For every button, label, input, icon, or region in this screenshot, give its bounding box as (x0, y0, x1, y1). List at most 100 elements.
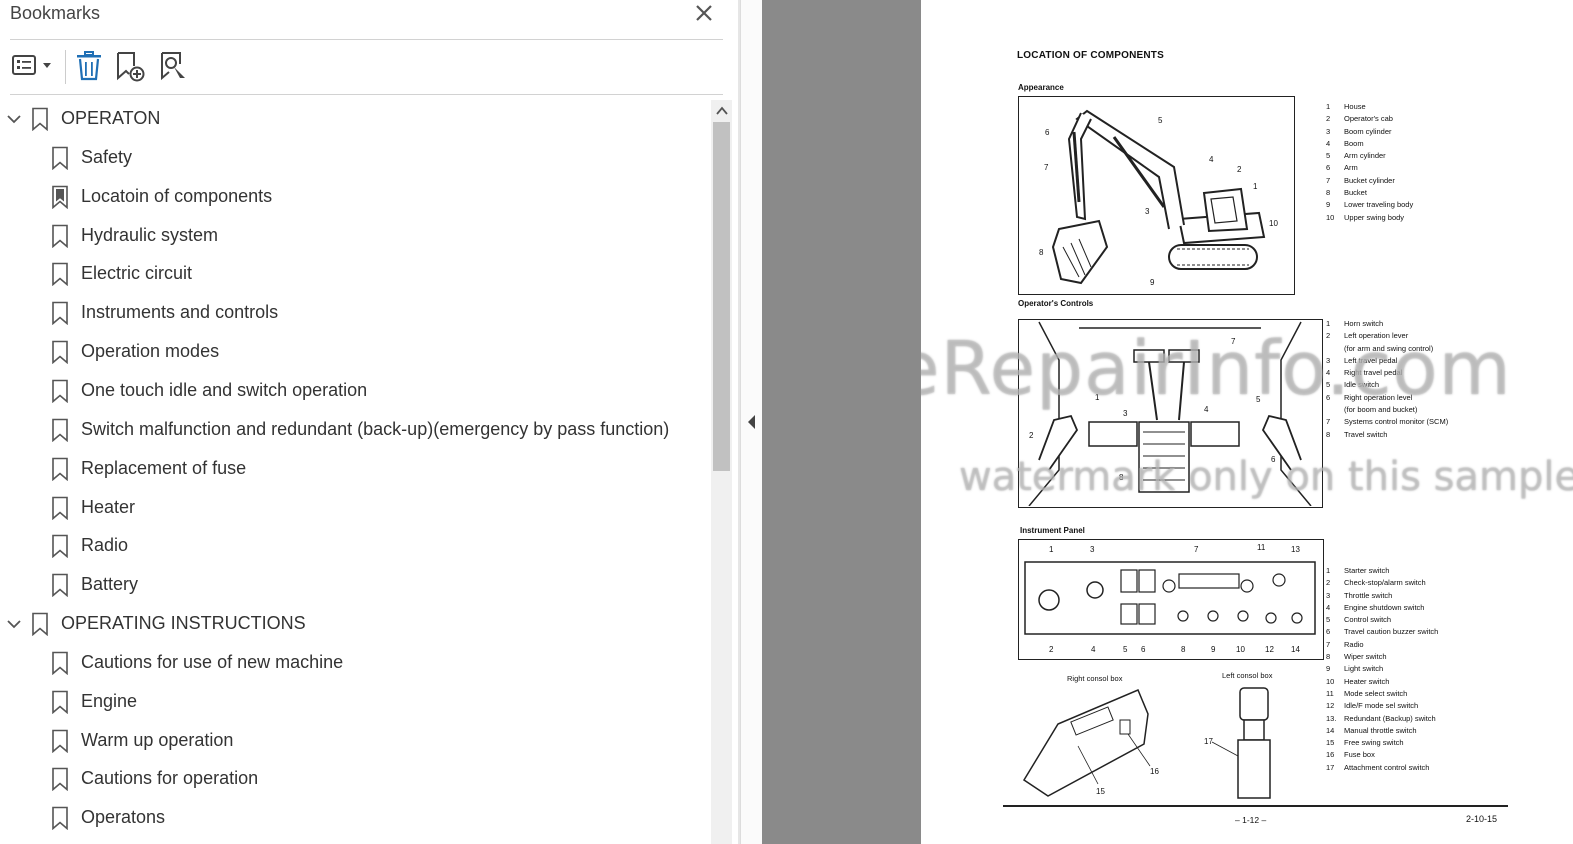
legend-number: 13. (1326, 713, 1337, 723)
find-current-bookmark-button[interactable] (158, 50, 190, 82)
new-bookmark-button[interactable] (114, 50, 148, 82)
legend-number: 3 (1326, 126, 1331, 136)
scroll-up-button[interactable] (711, 100, 732, 122)
legend-item: 4 Engine shutdown switch (1326, 602, 1438, 614)
legend-text: Travel caution buzzer switch (1344, 627, 1439, 637)
bookmark-group[interactable]: OPERATING INSTRUCTIONS (0, 605, 710, 643)
legend-text: Mode select switch (1344, 688, 1408, 698)
legend-number: 3 (1326, 590, 1331, 600)
legend-text: Heater switch (1344, 676, 1390, 686)
callout-4: 4 (1209, 155, 1214, 164)
toolbar-separator (65, 50, 66, 84)
legend-text: Arm (1344, 163, 1358, 173)
callout-5: 5 (1158, 116, 1163, 125)
legend-text: Upper swing body (1344, 212, 1405, 222)
bookmark-item[interactable]: Engine (0, 683, 710, 721)
legend-item: 2 Operator's cab (1326, 113, 1413, 125)
bookmark-item[interactable]: Cautions for use of new machine (0, 644, 710, 682)
bookmark-scrollbar[interactable] (711, 100, 732, 844)
bookmark-item[interactable]: Switch malfunction and redundant (back-u… (0, 411, 710, 449)
bookmark-label: One touch idle and switch operation (81, 379, 368, 400)
legend-number: 6 (1326, 163, 1331, 173)
bookmark-item[interactable]: Cautions for operation (0, 760, 710, 798)
legend-text: Starter switch (1344, 566, 1390, 575)
legend-text: Check-stop/alarm switch (1344, 578, 1426, 588)
bookmark-icon (52, 301, 68, 326)
pdf-reader-window: Bookmarks OPERATON Safety Locatoin of co… (0, 0, 1573, 844)
bookmark-item[interactable]: Radio (0, 527, 710, 565)
legend-text: Travel switch (1344, 429, 1388, 439)
bookmark-label: Cautions for operation (81, 768, 259, 789)
legend-item: 7 Radio (1326, 639, 1438, 651)
panel-splitter[interactable] (740, 0, 762, 844)
legend-number: 5 (1326, 151, 1331, 161)
page-code: 2-10-15 (1466, 814, 1498, 824)
bookmark-icon (52, 729, 68, 753)
footer-rule (1003, 805, 1508, 807)
chevron-up-icon (715, 106, 728, 115)
chevron-down-icon[interactable] (6, 111, 22, 127)
callout-2: 2 (1237, 165, 1242, 174)
pdf-page[interactable]: LOCATION OF COMPONENTS Appearance 1 2 3 … (921, 0, 1573, 844)
page-heading: LOCATION OF COMPONENTS (1017, 50, 1164, 61)
delete-bookmark-button[interactable] (74, 50, 104, 82)
bookmark-item[interactable]: Electric circuit (0, 255, 710, 293)
legend-number: 14 (1326, 725, 1335, 735)
bookmark-item[interactable]: Warm up operation (0, 722, 710, 760)
bookmark-icon (52, 340, 68, 365)
bookmark-item[interactable]: Replacement of fuse (0, 450, 710, 488)
callout-bottom-9: 9 (1211, 645, 1216, 654)
bookmark-icon (52, 379, 68, 403)
bookmark-icon (52, 573, 68, 598)
legend-text: House (1344, 102, 1366, 111)
appearance-figure: 1 2 3 4 5 6 7 8 9 10 (1018, 96, 1295, 295)
legend-text: Wiper switch (1344, 652, 1387, 662)
callout-bottom-4: 4 (1091, 645, 1096, 654)
bookmark-item[interactable]: Battery (0, 566, 710, 604)
bookmark-item[interactable]: Instruments and controls (0, 294, 710, 332)
legend-item: 14 Manual throttle switch (1326, 725, 1438, 737)
legend-text: Radio (1344, 639, 1364, 649)
legend-text: Light switch (1344, 664, 1384, 674)
close-icon (696, 5, 712, 21)
close-panel-button[interactable] (692, 1, 716, 25)
legend-number: 5 (1326, 615, 1331, 625)
bookmark-item[interactable]: Heater (0, 489, 710, 527)
bookmark-label: Replacement of fuse (81, 457, 247, 478)
options-menu-button[interactable] (10, 50, 56, 82)
bookmark-item[interactable]: Hydraulic system (0, 217, 710, 255)
callout-1: 1 (1253, 182, 1258, 191)
instrument-panel-drawing: 1 3 7 11 13 2 4 5 6 8 9 10 12 14 (1024, 543, 1316, 654)
legend-item: 5 Control switch (1326, 614, 1438, 626)
bookmark-item[interactable]: Operatons (0, 799, 710, 837)
bookmark-icon (52, 496, 68, 520)
excavator-drawing: 1 2 3 4 5 6 7 8 9 10 (1039, 109, 1278, 287)
callout-top-13: 13 (1291, 545, 1300, 554)
bookmark-label: Safety (81, 146, 133, 167)
bookmark-icon (52, 806, 68, 831)
legend-text: Throttle switch (1344, 590, 1393, 600)
legend-item: 6 Arm (1326, 162, 1413, 174)
legend-number: 4 (1326, 602, 1331, 612)
legend-text: Attachment control switch (1344, 762, 1430, 772)
bookmark-label: Switch malfunction and redundant (back-u… (81, 418, 670, 439)
scroll-thumb[interactable] (713, 122, 730, 471)
callout-2: 2 (1029, 431, 1034, 440)
collapse-panel-icon[interactable] (747, 414, 757, 430)
legend-number: 1 (1326, 102, 1331, 111)
bookmark-item[interactable]: Safety (0, 139, 710, 177)
bookmark-item[interactable]: Operation modes (0, 333, 710, 371)
bookmark-icon (52, 651, 68, 675)
bookmark-item[interactable]: One touch idle and switch operation (0, 372, 710, 410)
callout-6: 6 (1045, 128, 1050, 137)
trash-icon (77, 51, 101, 81)
bookmark-icon (52, 535, 68, 559)
chevron-down-icon[interactable] (6, 616, 22, 632)
legend-text: Idle/F mode sel switch (1344, 701, 1419, 711)
legend-number: 2 (1326, 578, 1331, 588)
legend-text: Boom (1344, 138, 1364, 148)
bookmark-group[interactable]: OPERATON (0, 100, 710, 138)
legend-item: 9 Light switch (1326, 663, 1438, 675)
legend-item: 3 Throttle switch (1326, 590, 1438, 602)
bookmark-item[interactable]: Locatoin of components (0, 178, 710, 216)
